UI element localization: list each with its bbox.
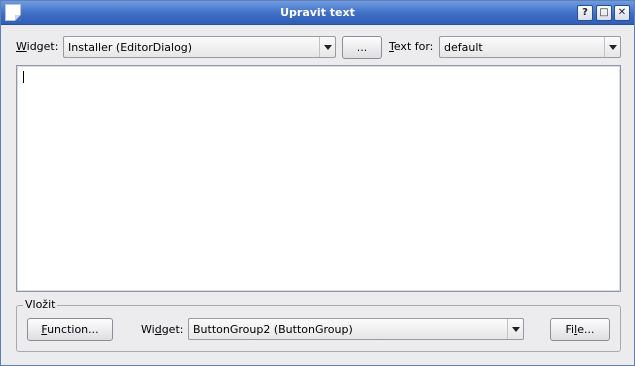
insert-widget-select-value: ButtonGroup2 (ButtonGroup) bbox=[193, 323, 353, 336]
chevron-down-icon[interactable] bbox=[319, 37, 335, 57]
file-button[interactable]: File... bbox=[550, 318, 610, 341]
insert-group-title: Vložit bbox=[23, 298, 58, 311]
insert-widget-label: Widget: bbox=[141, 323, 184, 336]
text-editor[interactable] bbox=[16, 65, 621, 292]
insert-widget-select[interactable]: ButtonGroup2 (ButtonGroup) bbox=[188, 318, 524, 340]
help-button[interactable]: ? bbox=[577, 5, 593, 21]
function-button[interactable]: Function... bbox=[27, 318, 113, 341]
chevron-down-icon[interactable] bbox=[507, 319, 523, 339]
browse-button[interactable]: ... bbox=[342, 36, 382, 59]
close-button[interactable]: ✕ bbox=[614, 5, 630, 21]
title-bar[interactable]: Upravit text ? □ ✕ bbox=[1, 1, 634, 25]
window-title: Upravit text bbox=[280, 6, 355, 19]
text-for-select-value: default bbox=[444, 41, 483, 54]
text-for-select[interactable]: default bbox=[439, 36, 621, 58]
widget-label: Widget: bbox=[16, 40, 59, 53]
maximize-button[interactable]: □ bbox=[596, 5, 612, 21]
dialog-window: Upravit text ? □ ✕ Widget: Installer (Ed… bbox=[0, 0, 635, 366]
text-caret bbox=[23, 71, 24, 83]
text-for-label: Text for: bbox=[389, 40, 434, 53]
widget-select-value: Installer (EditorDialog) bbox=[68, 41, 193, 54]
widget-select[interactable]: Installer (EditorDialog) bbox=[63, 36, 336, 58]
chevron-down-icon[interactable] bbox=[604, 37, 620, 57]
